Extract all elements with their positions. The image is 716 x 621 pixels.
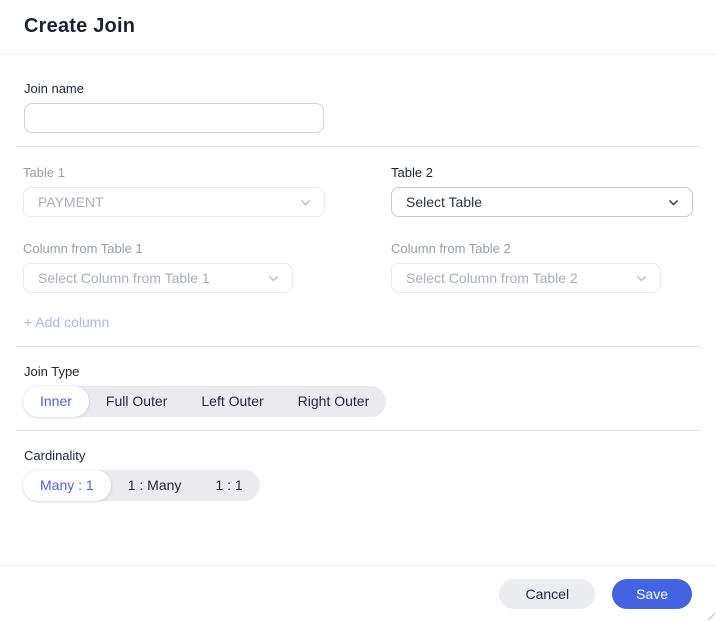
table2-select[interactable]: Select Table [391, 187, 693, 217]
column1-select-placeholder: Select Column from Table 1 [38, 270, 210, 286]
dialog-footer: Cancel Save [0, 565, 716, 621]
divider [16, 146, 700, 147]
table1-field: Table 1 PAYMENT [23, 165, 325, 217]
join-type-option-right-outer[interactable]: Right Outer [281, 386, 387, 417]
chevron-down-icon [635, 272, 648, 285]
tables-row: Table 1 PAYMENT Table 2 Select Table [0, 165, 716, 217]
column1-field: Column from Table 1 Select Column from T… [23, 241, 325, 293]
join-name-section: Join name [0, 55, 716, 133]
chevron-down-icon [667, 196, 680, 209]
table2-label: Table 2 [391, 165, 693, 180]
columns-row: Column from Table 1 Select Column from T… [0, 241, 716, 293]
cardinality-option-1-1[interactable]: 1 : 1 [198, 470, 259, 501]
cardinality-segmented-control: Many : 1 1 : Many 1 : 1 [23, 470, 260, 501]
table1-select-value: PAYMENT [38, 194, 104, 210]
divider [16, 346, 700, 347]
column2-select-placeholder: Select Column from Table 2 [406, 270, 578, 286]
table2-select-placeholder: Select Table [406, 194, 482, 210]
column1-label: Column from Table 1 [23, 241, 325, 256]
divider [16, 430, 700, 431]
join-type-label: Join Type [24, 364, 716, 379]
join-type-option-full-outer[interactable]: Full Outer [89, 386, 184, 417]
join-type-segmented-control: Inner Full Outer Left Outer Right Outer [23, 386, 386, 417]
join-type-option-inner[interactable]: Inner [23, 386, 89, 417]
dialog-header: Create Join [0, 0, 716, 55]
add-column-link[interactable]: + Add column [24, 314, 109, 330]
join-name-label: Join name [24, 81, 692, 96]
table1-select: PAYMENT [23, 187, 325, 217]
cancel-button[interactable]: Cancel [499, 579, 595, 609]
save-button[interactable]: Save [612, 579, 692, 609]
join-name-input[interactable] [24, 103, 324, 133]
column1-select: Select Column from Table 1 [23, 263, 293, 293]
chevron-down-icon [267, 272, 280, 285]
column2-select: Select Column from Table 2 [391, 263, 661, 293]
create-join-dialog: Create Join Join name Table 1 PAYMENT Ta… [0, 0, 716, 621]
dialog-body: Join name Table 1 PAYMENT Table 2 Select… [0, 55, 716, 565]
page-title: Create Join [24, 15, 692, 38]
resize-corner-mark [705, 610, 715, 620]
table2-field: Table 2 Select Table [391, 165, 693, 217]
cardinality-option-1-many[interactable]: 1 : Many [111, 470, 199, 501]
table1-label: Table 1 [23, 165, 325, 180]
column2-label: Column from Table 2 [391, 241, 693, 256]
chevron-down-icon [299, 196, 312, 209]
column2-field: Column from Table 2 Select Column from T… [391, 241, 693, 293]
cardinality-option-many-1[interactable]: Many : 1 [23, 470, 111, 501]
cardinality-label: Cardinality [24, 448, 716, 463]
join-type-option-left-outer[interactable]: Left Outer [184, 386, 280, 417]
